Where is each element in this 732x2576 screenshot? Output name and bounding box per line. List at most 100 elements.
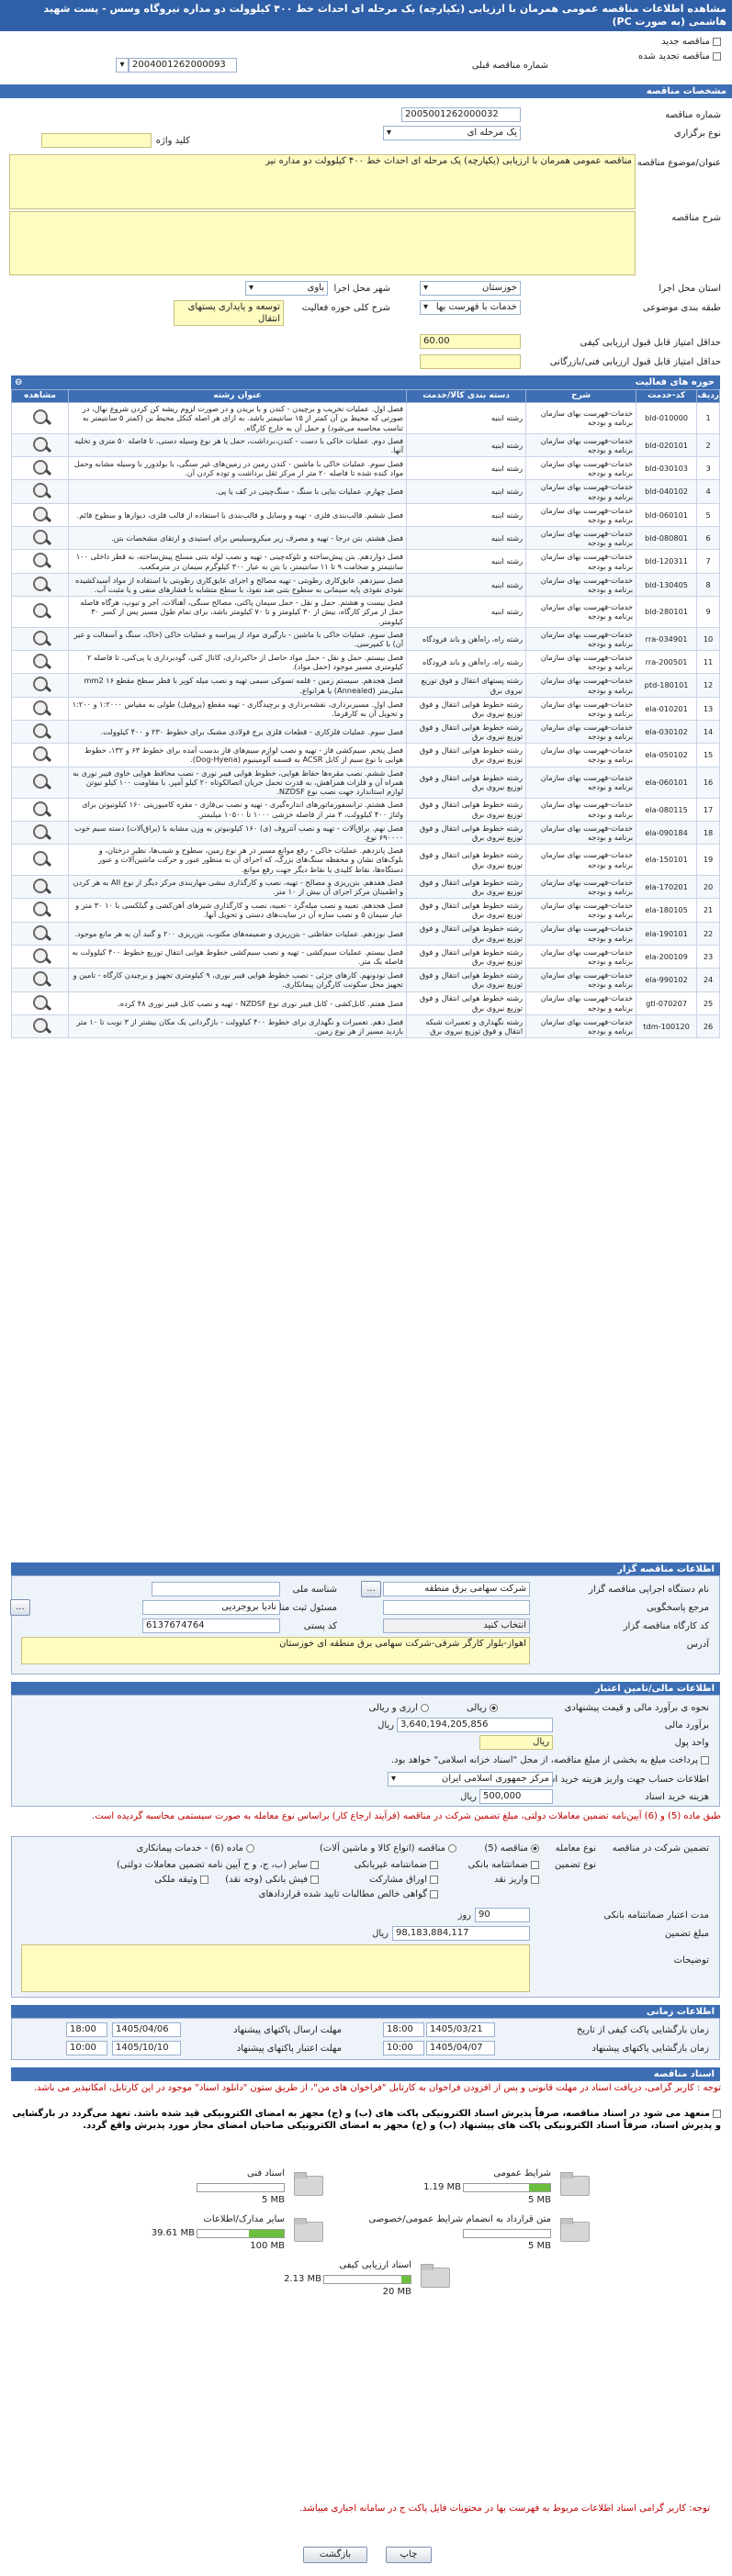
postal-field[interactable]: 6137674764: [142, 1618, 280, 1633]
doc-item[interactable]: اسناد ارزیابی کیفی 2.13 MB 20 MB: [230, 2260, 450, 2301]
open-date-field[interactable]: 1405/04/07: [426, 2041, 495, 2055]
magnifier-icon[interactable]: [30, 601, 51, 620]
currency-field[interactable]: ریال: [479, 1735, 553, 1750]
address-field[interactable]: اهواز-بلوار کارگر شرقی-شرکت سهامی برق من…: [21, 1637, 530, 1664]
g-opt1-radio[interactable]: مناقصه (5): [484, 1843, 539, 1854]
deadline-time-field[interactable]: 18:00: [66, 2022, 107, 2037]
back-button[interactable]: بازگشت: [303, 2547, 367, 2563]
magnifier-icon[interactable]: [30, 481, 51, 499]
nid-field[interactable]: [152, 1582, 280, 1596]
magnifier-icon[interactable]: [30, 699, 51, 717]
new-tender-checkbox[interactable]: مناقصه جدید: [661, 37, 721, 47]
row-number-cell: 17: [696, 797, 720, 822]
executor-field[interactable]: شرکت سهامی برق منطقه: [383, 1582, 530, 1596]
magnifier-icon[interactable]: [30, 408, 51, 426]
magnifier-icon[interactable]: [30, 745, 51, 763]
magnifier-icon[interactable]: [30, 1016, 51, 1035]
doc-max-size: 100 MB: [250, 2241, 285, 2251]
magnifier-icon[interactable]: [30, 772, 51, 790]
registrar-more-button[interactable]: ...: [10, 1599, 30, 1616]
magnifier-icon[interactable]: [30, 435, 51, 454]
unit-select[interactable]: انتخاب کنید: [383, 1618, 530, 1633]
executor-more-button[interactable]: ...: [361, 1581, 381, 1597]
gamount-label: مبلغ تضمین: [664, 1929, 709, 1939]
pub-date-field[interactable]: 1405/03/21: [426, 2022, 495, 2037]
g-k8-check[interactable]: وثیقه ملکی: [154, 1875, 208, 1885]
validity-date-field[interactable]: 1405/10/10: [112, 2041, 181, 2055]
g-k3-check[interactable]: سایر (ب، ج، و ح آیین نامه تضمین معاملات …: [117, 1860, 319, 1870]
validity-field[interactable]: 90: [475, 1908, 530, 1922]
bank-select[interactable]: مرکز جمهوری اسلامی ایران ▾: [388, 1772, 553, 1786]
deadline-date-field[interactable]: 1405/04/06: [112, 2022, 181, 2037]
g-k6-check[interactable]: فیش بانکی (وجه نقد): [225, 1875, 319, 1885]
magnifier-icon[interactable]: [30, 629, 51, 647]
doc-item[interactable]: سایر مدارک/اطلاعات 39.61 MB 100 MB: [103, 2214, 323, 2255]
magnifier-icon[interactable]: [30, 575, 51, 593]
title-field[interactable]: مناقصه عمومی همرمان با ارزیابی (یکپارچه)…: [9, 154, 636, 209]
validity-time-field[interactable]: 10:00: [66, 2041, 107, 2055]
registrar-field[interactable]: نادیا بروجردیی: [142, 1600, 280, 1615]
code-cell: bld-130405: [636, 572, 698, 597]
prev-number-dropdown[interactable]: ▾: [116, 58, 129, 73]
table-row: 20 ela-170201 خدمات-فهرست بهای سازمان برنا…: [11, 875, 720, 900]
magnifier-icon[interactable]: [30, 946, 51, 965]
fee-field[interactable]: 500,000: [479, 1789, 553, 1804]
g-k7-check[interactable]: گواهی خالص مطالبات تایید شده قراردادهای: [259, 1889, 438, 1899]
keyword-field[interactable]: [41, 133, 152, 148]
magnifier-icon[interactable]: [30, 823, 51, 841]
city-select[interactable]: باوی ▾: [245, 281, 328, 296]
pub-time-field[interactable]: 18:00: [383, 2022, 424, 2037]
type-select[interactable]: یک مرحله ای ▾: [383, 126, 521, 140]
g-k1-check[interactable]: ضمانتنامه بانکی: [467, 1860, 539, 1870]
row-number-cell: 20: [696, 875, 720, 900]
g-opt3-radio[interactable]: ماده (6) - خدمات پیمانکاری: [137, 1843, 254, 1854]
magnifier-icon[interactable]: [30, 877, 51, 895]
print-button[interactable]: چاپ: [386, 2547, 432, 2563]
renew-tender-checkbox[interactable]: مناقصه تجدید شده: [638, 51, 721, 62]
scope-field[interactable]: توسعه و پایداری پستهای انتقال: [174, 300, 284, 326]
magnifier-icon[interactable]: [30, 993, 51, 1012]
doc-item[interactable]: شرایط عمومی 1.19 MB 5 MB: [369, 2168, 590, 2209]
magnifier-icon[interactable]: [30, 722, 51, 740]
magnifier-icon[interactable]: [30, 505, 51, 523]
g-k5-check[interactable]: اوراق مشارکت: [369, 1875, 438, 1885]
magnifier-icon[interactable]: [30, 924, 51, 942]
description-field[interactable]: [9, 211, 636, 275]
min-quality-field[interactable]: 60.00: [420, 334, 521, 349]
amount-field[interactable]: 3,640,194,205,856: [397, 1718, 553, 1732]
magnifier-icon[interactable]: [30, 528, 51, 546]
view-cell: [11, 673, 69, 698]
min-tech-field[interactable]: [420, 354, 521, 369]
magnifier-icon[interactable]: [30, 551, 51, 569]
doc-item[interactable]: اسناد فنی 5 MB: [103, 2168, 323, 2209]
tender-number-field[interactable]: 2005001262000032: [401, 107, 521, 122]
province-select[interactable]: خوزستان ▾: [420, 281, 521, 296]
table-row: 12 ptd-180101 خدمات-فهرست بهای سازمان برنا…: [11, 673, 720, 698]
magnifier-icon[interactable]: [30, 849, 51, 868]
title-cell: فصل پنجم. سیم‌کشی فاز - تهیه و نصب لوازم…: [67, 743, 408, 767]
opt-fx-radio[interactable]: ارزی و ریالی: [369, 1703, 429, 1713]
doc-item[interactable]: متن قرارداد به انضمام شرایط عمومی/خصوصی 5…: [368, 2214, 590, 2255]
magnifier-icon[interactable]: [30, 969, 51, 988]
gamount-field[interactable]: 98,183,884,117: [392, 1926, 530, 1941]
guarantee-desc-field[interactable]: [21, 1944, 530, 1992]
magnifier-icon[interactable]: [30, 652, 51, 670]
g-opt2-radio[interactable]: مناقصه (انواع کالا و ماشین آلات): [320, 1843, 456, 1854]
magnifier-icon[interactable]: [30, 675, 51, 693]
doc-name: اسناد فنی: [247, 2168, 285, 2178]
open-time-field[interactable]: 10:00: [383, 2041, 424, 2055]
magnifier-icon[interactable]: [30, 800, 51, 818]
chevron-down-icon: ▾: [249, 283, 254, 293]
magnifier-icon[interactable]: [30, 900, 51, 918]
title-cell: فصل سیزدهم. عایق‌کاری رطوبتی - تهیه مصال…: [67, 572, 408, 597]
g-k4-check[interactable]: واریز نقد: [494, 1875, 539, 1885]
opt-rial-radio[interactable]: ریالی: [467, 1703, 498, 1713]
category-select[interactable]: خدمات با فهرست بها ▾: [420, 300, 521, 315]
reference-field[interactable]: [383, 1600, 530, 1615]
g-k2-check[interactable]: ضمانتنامه غیربانکی: [355, 1860, 438, 1870]
prev-number-field[interactable]: 2004001262000093: [129, 58, 237, 73]
category-cell: رشته راه، راه‌آهن و باند فرودگاه: [406, 650, 527, 675]
magnifier-icon[interactable]: [30, 458, 51, 476]
view-cell: [11, 650, 69, 675]
collapse-icon[interactable]: ⊖: [15, 375, 22, 389]
